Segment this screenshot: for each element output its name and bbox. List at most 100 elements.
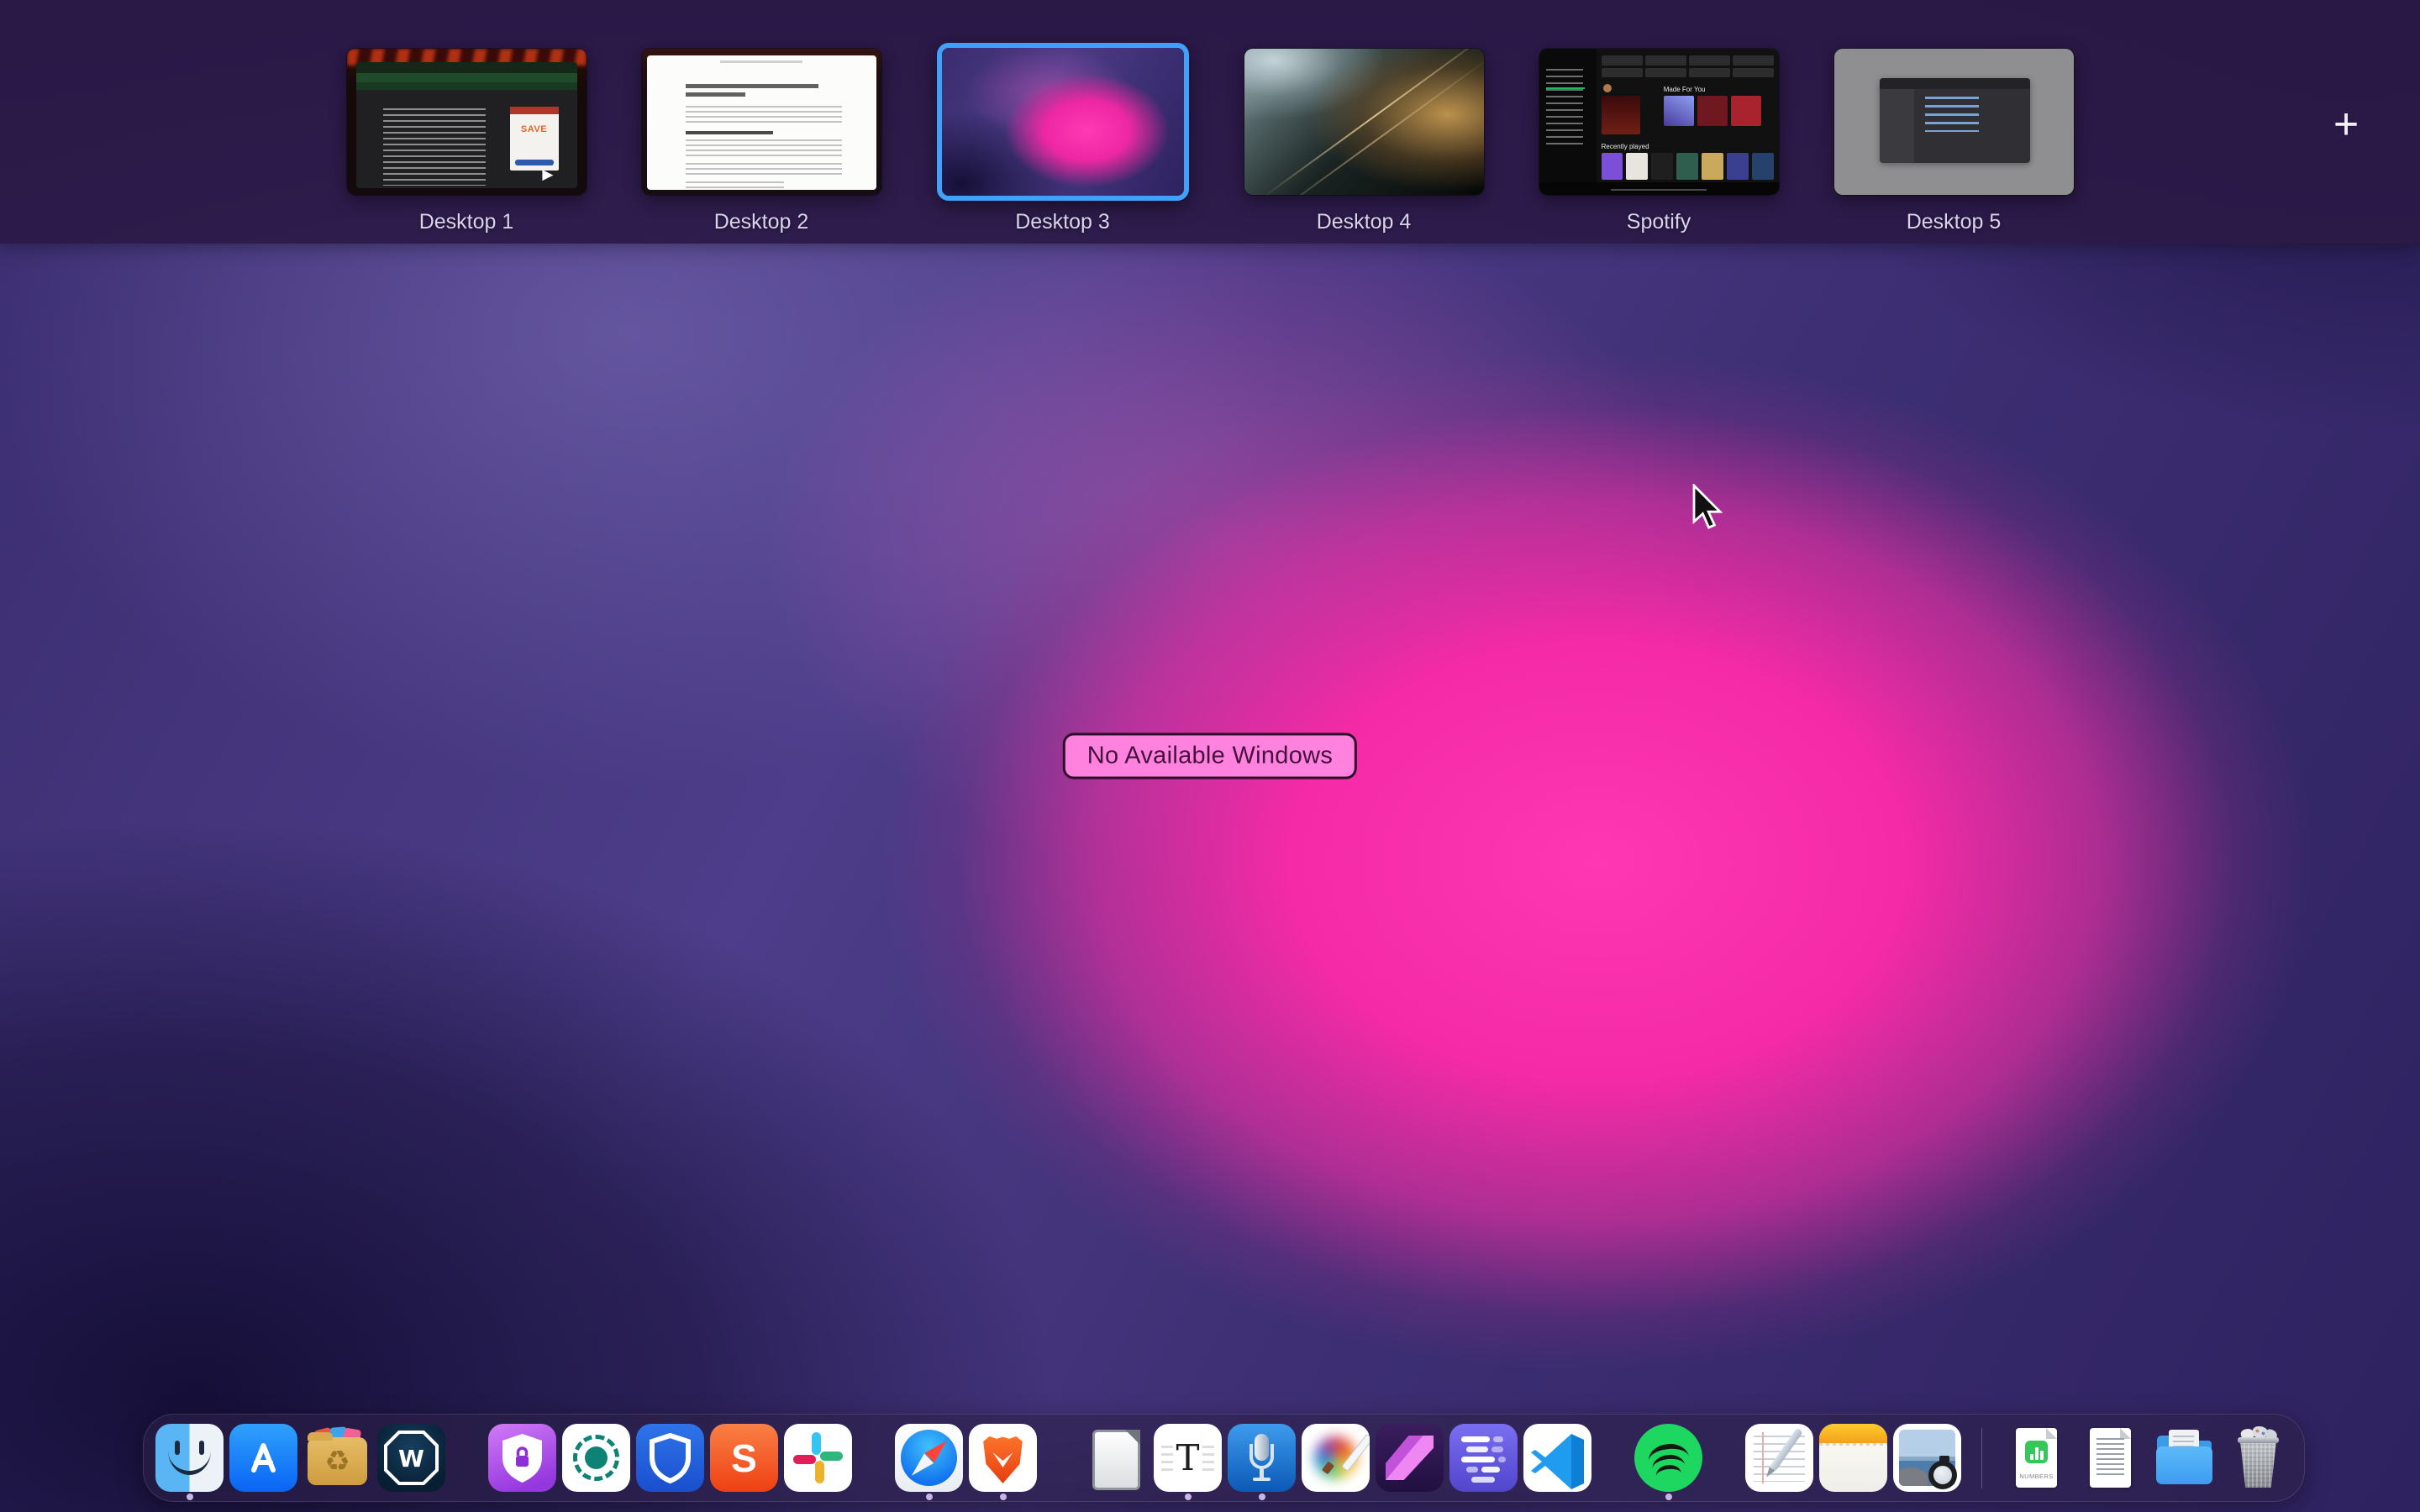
notes-icon-detail [1819, 1443, 1887, 1446]
dock-item-numbers-document[interactable]: NUMBERS [2002, 1424, 2070, 1492]
windscribe-icon: W [377, 1424, 445, 1492]
dock-item-finder[interactable] [155, 1424, 224, 1492]
dock-item-bitwarden[interactable] [636, 1424, 704, 1492]
dock-item-libreoffice[interactable] [1080, 1424, 1148, 1492]
app-cleaner-icon-detail: ♻ [308, 1437, 367, 1485]
browser-window-preview: SAVE ▶ [356, 62, 577, 188]
privacy-shield-icon [488, 1424, 556, 1492]
libreoffice-icon [1080, 1424, 1148, 1492]
dock-item-app-store[interactable] [229, 1424, 297, 1492]
dock-item-app-cleaner[interactable]: ♻ [303, 1424, 371, 1492]
dock-item-spotify[interactable] [1634, 1424, 1702, 1492]
space-desktop-5: Desktop 5 [1834, 0, 2074, 244]
dock-item-trash-full[interactable] [2224, 1424, 2292, 1492]
player-bar-preview-detail [1611, 189, 1707, 191]
brave-icon [969, 1424, 1037, 1492]
bar-chart-icon-detail [2040, 1451, 2044, 1460]
dock-item-privacy-shield[interactable] [488, 1424, 556, 1492]
app-store-icon-detail [229, 1424, 297, 1492]
numbers-document-icon: NUMBERS [2002, 1424, 2070, 1492]
space-thumbnail-spotify[interactable]: Made For You Recently played [1539, 49, 1779, 195]
article-window-preview-detail [720, 60, 802, 63]
recently-played-label: Recently played [1602, 143, 1649, 150]
vscode-icon-detail-detail [1571, 1434, 1584, 1489]
microphone-icon [1228, 1424, 1296, 1492]
captions-icon-detail [1491, 1446, 1503, 1452]
mission-control-screen: SAVE ▶Desktop 1 Desktop 2Desktop 3Deskto… [0, 0, 2420, 1512]
numbers-badge: NUMBERS [2016, 1473, 2057, 1480]
captions-icon-detail [1493, 1436, 1503, 1442]
affinity-photo-icon [1376, 1424, 1444, 1492]
folder-icon-detail [2156, 1446, 2212, 1484]
space-label-desktop-1: Desktop 1 [419, 210, 514, 234]
space-thumbnail-spotify-detail-detail [1602, 68, 1643, 78]
notes-icon-detail [1819, 1424, 1887, 1443]
bitwarden-icon-detail [636, 1424, 704, 1492]
trash-icon-detail [2239, 1441, 2277, 1488]
trash-icon-detail [2238, 1437, 2279, 1443]
dock-item-dictation-app[interactable] [1228, 1424, 1296, 1492]
space-label-desktop-3: Desktop 3 [1015, 210, 1110, 234]
browser-window-preview-detail [356, 73, 577, 82]
captions-icon-detail [1461, 1457, 1495, 1462]
app-store-icon-detail-detail [254, 1446, 273, 1470]
no-available-windows-pill: No Available Windows [1063, 733, 1357, 780]
dock-item-pixelmator-pro[interactable] [1302, 1424, 1370, 1492]
space-thumbnail-desktop-2[interactable] [642, 49, 881, 195]
space-thumbnail-spotify-detail-detail [1689, 68, 1730, 78]
spotify-sidebar-preview-detail [1546, 69, 1583, 150]
vscode-icon-detail-detail [1531, 1434, 1571, 1489]
space-thumbnail-desktop-4[interactable] [1244, 49, 1484, 195]
dock-item-slack[interactable] [784, 1424, 852, 1492]
libreoffice-icon-detail-detail [1125, 1430, 1140, 1445]
dock-item-notes[interactable] [1819, 1424, 1887, 1492]
pixelmator-icon [1302, 1424, 1370, 1492]
article-window-preview-detail [686, 84, 818, 88]
add-desktop-button[interactable]: + [2323, 101, 2370, 148]
dock-item-preview[interactable] [1893, 1424, 1961, 1492]
running-indicator [1185, 1494, 1192, 1500]
running-indicator [1259, 1494, 1265, 1500]
dock-item-shottr[interactable]: S [710, 1424, 778, 1492]
finder-window-preview-detail [1925, 97, 1980, 132]
dock-item-vs-code[interactable] [1523, 1424, 1591, 1492]
bar-chart-icon-detail [2030, 1454, 2033, 1460]
teal-dashed-ring-icon-detail [585, 1446, 608, 1469]
dock-item-downloads-folder[interactable] [2150, 1424, 2218, 1492]
browser-window-preview-detail [356, 62, 577, 73]
dock-item-teal-dashed-ring-app[interactable] [562, 1424, 630, 1492]
article-window-preview [647, 55, 876, 190]
text-document-icon [2076, 1424, 2144, 1492]
microphone-icon-detail [1253, 1478, 1270, 1481]
running-indicator [1000, 1494, 1007, 1500]
made-for-you-label: Made For You [1664, 86, 1706, 93]
dock-item-brave-browser[interactable] [969, 1424, 1037, 1492]
space-label-spotify: Spotify [1627, 210, 1691, 234]
text-document-icon-detail [2090, 1428, 2131, 1488]
dock-item-safari[interactable] [895, 1424, 963, 1492]
dock-item-textedit[interactable] [1745, 1424, 1813, 1492]
dock-item-typora[interactable]: T [1154, 1424, 1222, 1492]
captions-icon-detail [1461, 1436, 1490, 1442]
loupe-icon [1928, 1461, 1957, 1489]
space-thumbnail-spotify-detail-detail [1645, 68, 1686, 78]
running-indicator [926, 1494, 933, 1500]
spotify-icon [1634, 1424, 1702, 1492]
finder-window-preview [1880, 78, 2031, 163]
dock-item-text-document[interactable] [2076, 1424, 2144, 1492]
browser-window-preview-detail [356, 82, 577, 90]
textedit-icon-detail [1762, 1432, 1764, 1483]
space-thumbnail-spotify-detail-detail [1645, 55, 1686, 66]
article-window-preview-detail [686, 163, 842, 176]
space-thumbnail-spotify-detail [1602, 96, 1640, 134]
finder-window-preview-detail [1880, 89, 1914, 163]
dock-item-affinity-photo[interactable] [1376, 1424, 1444, 1492]
space-thumbnail-spotify-detail-detail [1602, 153, 1623, 180]
space-thumbnail-desktop-5[interactable] [1834, 49, 2074, 195]
folder-icon [2150, 1424, 2218, 1492]
space-label-desktop-4: Desktop 4 [1317, 210, 1412, 234]
dock-item-captions-app[interactable] [1449, 1424, 1518, 1492]
space-thumbnail-desktop-3[interactable] [937, 43, 1189, 201]
dock-item-windscribe-vpn[interactable]: W [377, 1424, 445, 1492]
space-thumbnail-desktop-1[interactable]: SAVE ▶ [347, 49, 587, 195]
